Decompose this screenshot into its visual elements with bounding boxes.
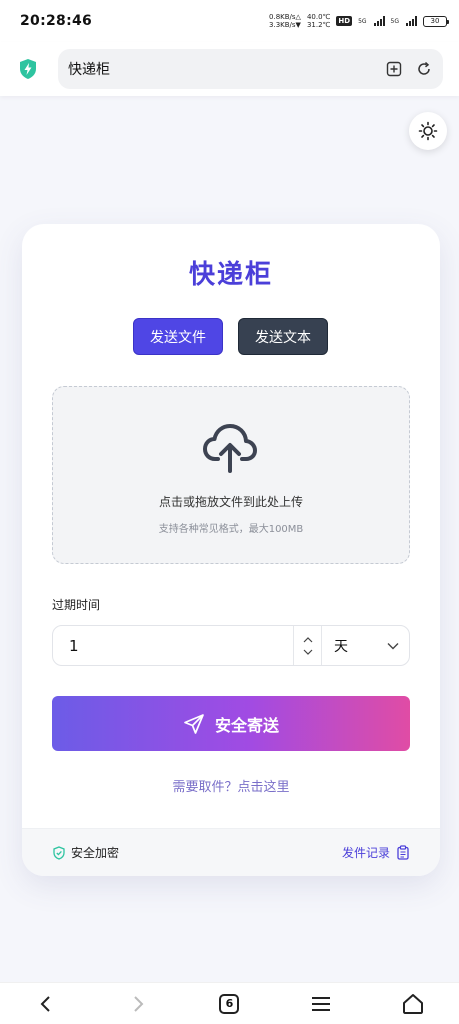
express-locker-card: 快递柜 发送文件 发送文本 点击或拖放文件到此处上传 支持各种常见格式，最大10… — [22, 224, 440, 876]
sun-icon — [418, 121, 438, 141]
refresh-icon[interactable] — [415, 60, 433, 78]
tab-send-file[interactable]: 发送文件 — [133, 318, 223, 355]
forward-button[interactable] — [118, 984, 158, 1024]
send-history-label[interactable]: 发件记录 — [342, 844, 390, 861]
menu-icon — [312, 996, 331, 1011]
send-history-link[interactable]: 发件记录 — [342, 844, 410, 861]
battery-icon: 30 — [423, 15, 449, 27]
shield-check-icon — [53, 845, 65, 860]
temp-2: 31.2℃ — [306, 21, 331, 29]
net-down: 3.3KB/s▼ — [269, 21, 301, 29]
tab-send-text[interactable]: 发送文本 — [238, 318, 328, 355]
encryption-label: 安全加密 — [71, 846, 120, 860]
signal-icon — [373, 16, 385, 26]
encryption-badge: 安全加密 — [52, 844, 119, 861]
status-time: 20:28:46 — [20, 13, 93, 29]
expire-stepper[interactable] — [293, 626, 321, 665]
chevron-down-icon[interactable] — [303, 649, 313, 655]
status-bar: 20:28:46 0.8KB/s△ 3.3KB/s▼ 40.0℃ 31.2℃ H… — [0, 0, 459, 42]
menu-button[interactable] — [301, 984, 341, 1024]
chevron-right-icon — [133, 995, 144, 1012]
upload-hint: 支持各种常见格式，最大100MB — [158, 524, 304, 535]
pickup-link[interactable]: 需要取件？点击这里 — [22, 776, 440, 795]
card-footer: 安全加密 发件记录 — [22, 828, 440, 876]
tab-count: 6 — [219, 993, 240, 1014]
page-title[interactable]: 快递柜 — [68, 59, 373, 79]
back-button[interactable] — [26, 984, 66, 1024]
tabs-button[interactable]: 6 — [209, 984, 249, 1024]
expire-controls: 天 — [52, 625, 410, 666]
signal-label-2: 5G — [390, 17, 399, 25]
file-upload-dropzone[interactable]: 点击或拖放文件到此处上传 支持各种常见格式，最大100MB — [52, 386, 410, 564]
signal-icon-2 — [406, 16, 417, 26]
chevron-down-icon — [387, 642, 399, 649]
upload-instruction: 点击或拖放文件到此处上传 — [158, 495, 303, 509]
home-icon — [403, 993, 424, 1014]
secure-send-label: 安全寄送 — [214, 715, 279, 735]
cloud-upload-icon — [203, 424, 257, 473]
card-title: 快递柜 — [188, 260, 273, 290]
net-up: 0.8KB/s△ — [269, 13, 301, 21]
temperature: 40.0℃ 31.2℃ — [307, 13, 330, 29]
expire-value-input[interactable] — [53, 626, 293, 665]
expire-unit-value: 天 — [334, 638, 348, 655]
browser-bottom-nav: 6 — [0, 982, 459, 1024]
status-indicators: 0.8KB/s△ 3.3KB/s▼ 40.0℃ 31.2℃ HD 5G 5G 3… — [269, 13, 449, 29]
home-button[interactable] — [393, 984, 433, 1024]
network-speed: 0.8KB/s△ 3.3KB/s▼ — [269, 13, 301, 29]
expire-unit-select[interactable]: 天 — [321, 626, 409, 665]
signal-label-1: 5G — [358, 17, 367, 25]
address-bar[interactable]: 快递柜 — [58, 49, 443, 89]
browser-toolbar: 快递柜 — [0, 42, 459, 96]
temp-1: 40.0℃ — [306, 13, 331, 21]
send-icon — [184, 713, 204, 734]
shield-bolt-icon[interactable] — [18, 58, 38, 80]
clipboard-icon[interactable] — [396, 845, 410, 860]
secure-send-button[interactable]: 安全寄送 — [52, 696, 410, 751]
chevron-left-icon — [40, 995, 50, 1012]
expire-label: 过期时间 — [52, 598, 101, 612]
theme-toggle-button[interactable] — [409, 112, 447, 150]
chevron-up-icon[interactable] — [303, 636, 313, 643]
bookmark-add-icon[interactable] — [385, 60, 403, 78]
hd-badge: HD — [336, 16, 353, 26]
